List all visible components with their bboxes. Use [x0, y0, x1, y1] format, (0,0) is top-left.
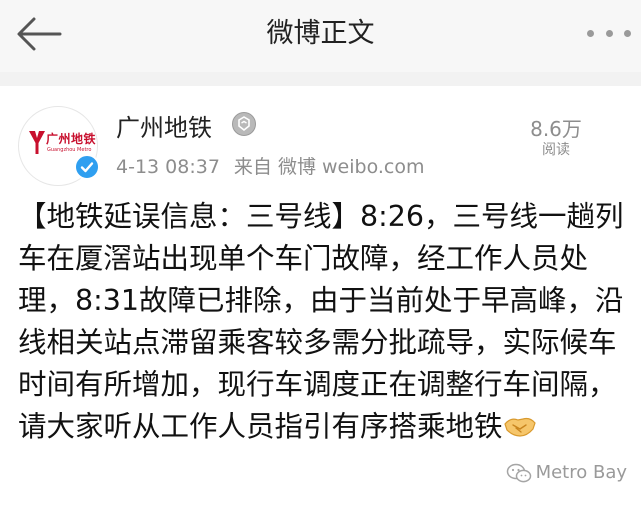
medal-icon: [238, 116, 250, 132]
more-dot: [605, 29, 613, 37]
post-content-text: 【地铁延误信息：三号线】8:26，三号线一趟列车在厦滘站出现单个车门故障，经工作…: [18, 200, 624, 443]
username[interactable]: 广州地铁: [116, 108, 212, 143]
post-content: 【地铁延误信息：三号线】8:26，三号线一趟列车在厦滘站出现单个车门故障，经工作…: [18, 196, 628, 448]
checkmark-icon: [80, 162, 94, 173]
page-title: 微博正文: [266, 18, 375, 49]
more-button[interactable]: [587, 20, 631, 46]
level-medal-icon[interactable]: [232, 112, 256, 136]
watermark-text: Metro Bay: [535, 462, 627, 483]
wechat-icon: [506, 463, 531, 482]
logo-text-en: Guangzhou Metro: [47, 147, 92, 153]
guangzhou-metro-logo-icon: [29, 131, 45, 154]
read-count: 8.6万: [530, 117, 582, 141]
post-meta: 4-13 08:37 来自 微博 weibo.com: [116, 152, 424, 179]
logo-text-cn: 广州地铁: [46, 132, 97, 146]
read-label: 阅读: [542, 142, 570, 158]
handshake-emoji: [503, 417, 536, 437]
verified-badge: [74, 154, 100, 180]
more-dot: [624, 29, 631, 37]
more-dot: [587, 29, 594, 37]
top-nav-bar: 微博正文: [0, 0, 641, 72]
read-count-block: 8.6万 阅读: [521, 117, 591, 159]
post-source: 来自 微博 weibo.com: [233, 156, 425, 178]
watermark: Metro Bay: [506, 462, 627, 483]
section-divider: [0, 72, 641, 86]
post-timestamp: 4-13 08:37: [116, 156, 220, 178]
